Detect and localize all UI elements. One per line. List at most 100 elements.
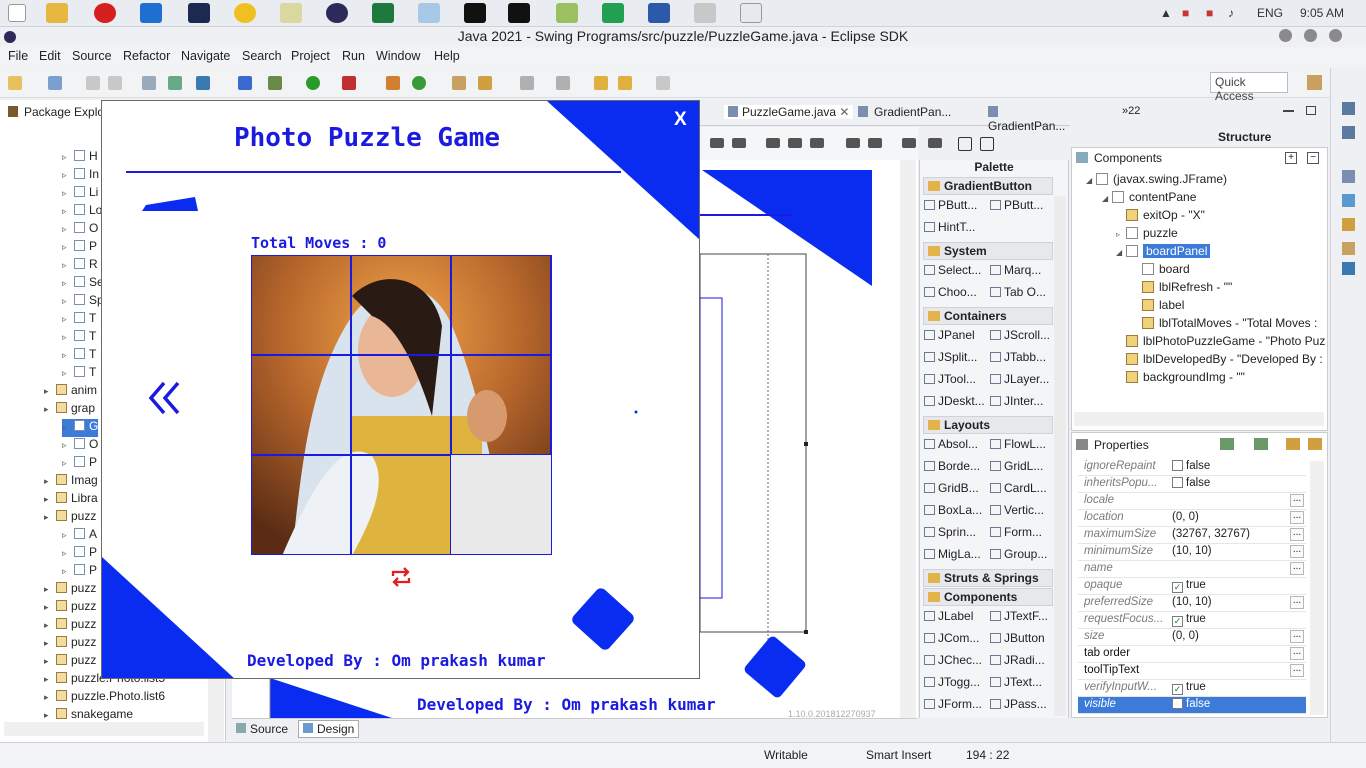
system-app-icon[interactable]	[694, 3, 716, 23]
trim-icon-5[interactable]	[1342, 218, 1355, 231]
windows-start-icon[interactable]	[8, 4, 26, 22]
align-bottom-icon[interactable]	[810, 138, 824, 148]
maximize-button[interactable]	[1304, 29, 1317, 42]
component-tree-row[interactable]: lblPhotoPuzzleGame - "Photo Puz	[1116, 334, 1325, 352]
expand-toggle-icon[interactable]: ▹	[62, 260, 72, 271]
package-tree-row[interactable]: ▹ O	[62, 221, 98, 239]
package-tree-row[interactable]: ▹ P	[62, 239, 97, 257]
property-value[interactable]: (0, 0)	[1172, 630, 1199, 642]
palette-item[interactable]: Tab O...	[990, 285, 1046, 299]
package-tree-row[interactable]: ▹ T	[62, 347, 96, 365]
palette-item[interactable]: GridL...	[990, 459, 1043, 473]
checkbox-icon[interactable]: ✓	[1172, 684, 1183, 695]
trim-icon-1[interactable]	[1342, 102, 1355, 115]
next-annotation-icon[interactable]	[556, 76, 570, 90]
property-row[interactable]: preferredSize (10, 10)...	[1078, 595, 1306, 612]
palette-item[interactable]: JInter...	[990, 394, 1043, 408]
refresh-tool-icon[interactable]	[412, 76, 426, 90]
palette-item[interactable]: JLayer...	[990, 372, 1049, 386]
palette-item[interactable]: HintT...	[924, 220, 975, 234]
expand-toggle-icon[interactable]: ▹	[62, 530, 72, 541]
palette-item[interactable]: PButt...	[990, 198, 1043, 212]
clock[interactable]: 9:05 AM	[1300, 6, 1344, 20]
expand-toggle-icon[interactable]: ▹	[62, 440, 72, 451]
package-tree-row[interactable]: ▹ H	[62, 149, 98, 167]
package-tree-row[interactable]: ▹ A	[62, 527, 97, 545]
align-top-icon[interactable]	[766, 138, 780, 148]
palette-item[interactable]: Absol...	[924, 437, 978, 451]
expand-toggle-icon[interactable]: ▹	[1116, 230, 1126, 239]
palette-item[interactable]: Marq...	[990, 263, 1041, 277]
package-tree-row[interactable]: ▹ P	[62, 455, 97, 473]
puzzle-tile[interactable]	[451, 355, 551, 455]
exit-button[interactable]: X	[674, 109, 687, 131]
expand-toggle-icon[interactable]: ▹	[62, 170, 72, 181]
palette-item[interactable]: JScroll...	[990, 328, 1050, 342]
menu-help[interactable]: Help	[434, 49, 460, 63]
palette-item[interactable]: JPass...	[990, 697, 1047, 711]
palette-item[interactable]: JTogg...	[924, 675, 980, 689]
property-row[interactable]: ignoreRepaint false	[1078, 459, 1306, 476]
goto-definition-icon[interactable]	[1254, 438, 1268, 450]
expand-toggle-icon[interactable]: ▹	[62, 224, 72, 235]
save-icon[interactable]	[86, 76, 100, 90]
component-tree-row[interactable]: exitOp - "X"	[1116, 208, 1205, 226]
palette-item[interactable]: JButton	[990, 631, 1045, 645]
expand-toggle-icon[interactable]: ▸	[44, 710, 54, 721]
tab-gradientpanel-2[interactable]: GradientPan...	[988, 105, 1070, 133]
word-icon[interactable]	[648, 3, 670, 23]
palette-item[interactable]: JTextF...	[990, 609, 1048, 623]
expand-all-icon[interactable]: +	[1285, 152, 1297, 164]
property-value[interactable]: ✓ true	[1172, 613, 1206, 627]
language-indicator[interactable]: ENG	[1257, 6, 1283, 20]
new-icon[interactable]	[8, 76, 22, 90]
package-tree-row[interactable]: ▸ Libra	[44, 491, 98, 509]
property-row[interactable]: verifyInputW... ✓ true	[1078, 680, 1306, 697]
game-window[interactable]: X Photo Puzzle Game Total Moves : 0 Deve…	[101, 100, 700, 679]
align-right-icon[interactable]	[732, 138, 746, 148]
palette-item[interactable]: PButt...	[924, 198, 977, 212]
palette-item[interactable]: JTool...	[924, 372, 976, 386]
edit-property-button[interactable]: ...	[1290, 528, 1304, 541]
palette-item[interactable]: MigLa...	[924, 547, 981, 561]
network-icon[interactable]	[418, 3, 440, 23]
tab-source[interactable]: Source	[236, 722, 288, 736]
trim-icon-7[interactable]	[1342, 262, 1355, 275]
debug-icon[interactable]	[268, 76, 282, 90]
refresh-icon[interactable]	[389, 566, 413, 588]
java-icon[interactable]	[740, 3, 762, 23]
property-value[interactable]: (10, 10)	[1172, 545, 1212, 557]
property-value[interactable]: (0, 0)	[1172, 511, 1199, 523]
package-tree-row[interactable]: ▹ In	[62, 167, 99, 185]
component-tree-row[interactable]: lblDevelopedBy - "Developed By :	[1116, 352, 1323, 370]
pkg-hscrollbar[interactable]	[4, 722, 204, 736]
trim-icon-4[interactable]	[1342, 194, 1355, 207]
expand-toggle-icon[interactable]: ▸	[44, 620, 54, 631]
vscode-icon[interactable]	[140, 3, 162, 23]
palette-item[interactable]: Borde...	[924, 459, 980, 473]
package-tree-row[interactable]: ▸ puzz	[44, 581, 96, 599]
sheets-icon[interactable]	[602, 3, 624, 23]
new-package-icon[interactable]	[48, 76, 62, 90]
center-v-icon[interactable]	[980, 137, 994, 151]
property-row[interactable]: minimumSize (10, 10)...	[1078, 544, 1306, 561]
expand-toggle-icon[interactable]: ▹	[62, 152, 72, 163]
expand-toggle-icon[interactable]: ▸	[44, 584, 54, 595]
edit-property-button[interactable]: ...	[1290, 596, 1304, 609]
component-tree-row[interactable]: backgroundImg - ""	[1116, 370, 1245, 388]
canvas-scrollbar[interactable]	[900, 160, 916, 718]
puzzle-tile[interactable]	[351, 255, 451, 355]
property-value[interactable]: (32767, 32767)	[1172, 528, 1250, 540]
edit-property-button[interactable]: ...	[1290, 545, 1304, 558]
tab-gradientpanel-1[interactable]: GradientPan...	[858, 105, 951, 119]
expand-toggle-icon[interactable]: ▸	[44, 674, 54, 685]
align-center-icon[interactable]	[710, 138, 724, 148]
property-row[interactable]: visible false	[1078, 697, 1306, 714]
property-row[interactable]: location (0, 0)...	[1078, 510, 1306, 527]
component-tree-row[interactable]: lblRefresh - ""	[1132, 280, 1232, 298]
expand-toggle-icon[interactable]: ◢	[1116, 248, 1126, 257]
menu-source[interactable]: Source	[72, 49, 112, 63]
expand-toggle-icon[interactable]: ▸	[44, 494, 54, 505]
file-explorer-icon[interactable]	[46, 3, 68, 23]
trim-icon-3[interactable]	[1342, 170, 1355, 183]
